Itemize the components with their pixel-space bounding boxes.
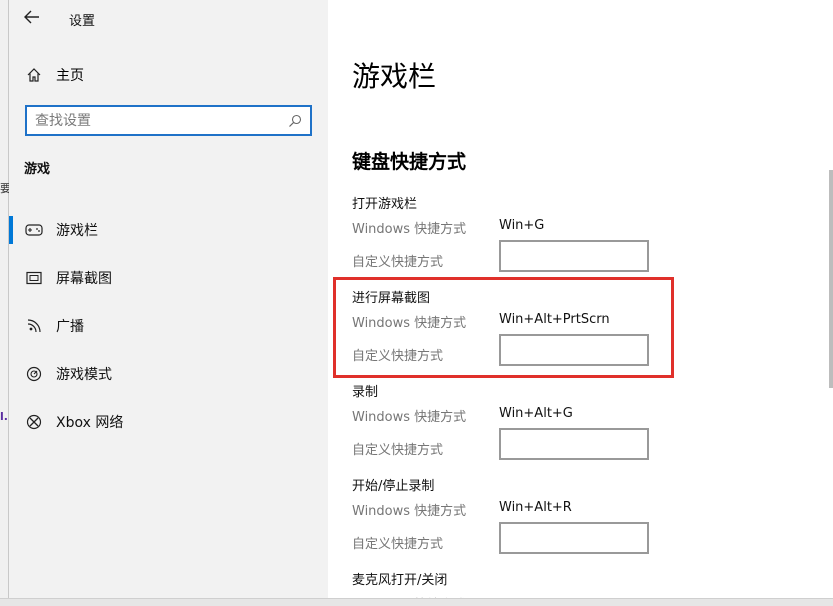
window-title: 设置: [69, 14, 96, 29]
windows-shortcut-value: Win+Alt+G: [499, 406, 573, 421]
custom-shortcut-label: 自定义快捷方式: [352, 255, 444, 270]
sidebar-item-label: 广播: [56, 319, 84, 335]
windows-shortcut-label: Windows 快捷方式: [352, 504, 467, 519]
gamemode-icon: [24, 366, 44, 382]
search-icon[interactable]: [284, 110, 306, 132]
settings-window: 设置 主页 游戏: [9, 0, 833, 598]
shortcut-group-record: 录制 Windows 快捷方式 Win+Alt+G 自定义快捷方式: [352, 381, 682, 471]
shortcut-group-title: 录制: [352, 385, 379, 400]
custom-shortcut-input[interactable]: [499, 334, 649, 366]
sidebar-item-broadcast[interactable]: 广播: [9, 302, 328, 350]
windows-shortcut-label: Windows 快捷方式: [352, 594, 466, 598]
page-title: 游戏栏: [352, 60, 437, 93]
sidebar-nav: 游戏栏 屏幕截图 广播 游戏模式 Xbox 网络: [9, 206, 328, 446]
windows-shortcut-label: Windows 快捷方式: [352, 222, 467, 237]
scrollbar[interactable]: [829, 170, 833, 388]
shortcut-group-microphone: 麦克风打开/关闭 Windows 快捷方式: [352, 569, 682, 598]
windows-shortcut-value: Win+G: [499, 218, 545, 233]
sidebar-item-xbox[interactable]: Xbox 网络: [9, 398, 328, 446]
sidebar-item-label: 游戏模式: [56, 367, 112, 383]
shortcut-group-screenshot: 进行屏幕截图 Windows 快捷方式 Win+Alt+PrtScrn 自定义快…: [352, 287, 682, 377]
shortcut-group-title: 麦克风打开/关闭: [352, 573, 448, 588]
sidebar-item-label: 主页: [56, 68, 84, 84]
windows-shortcut-label: Windows 快捷方式: [352, 316, 467, 331]
xbox-icon: [24, 414, 44, 430]
background-text-fragment: l.: [0, 410, 8, 423]
background-taskbar-edge: [0, 598, 833, 606]
back-arrow-icon: [24, 10, 39, 24]
sidebar-section-heading: 游戏: [24, 162, 51, 177]
sidebar-item-label: 屏幕截图: [56, 271, 112, 287]
back-button[interactable]: [19, 5, 45, 29]
custom-shortcut-input[interactable]: [499, 240, 649, 272]
shortcut-group-title: 开始/停止录制: [352, 479, 435, 494]
custom-shortcut-label: 自定义快捷方式: [352, 537, 444, 552]
custom-shortcut-label: 自定义快捷方式: [352, 443, 444, 458]
title-bar: 设置: [9, 0, 328, 34]
sidebar-item-label: 游戏栏: [56, 223, 98, 239]
background-window-edge: 要 l.: [0, 0, 11, 606]
shortcut-group-open-gamebar: 打开游戏栏 Windows 快捷方式 Win+G 自定义快捷方式: [352, 193, 682, 283]
home-icon: [24, 67, 44, 83]
main-content: 游戏栏 键盘快捷方式 打开游戏栏 Windows 快捷方式 Win+G 自定义快…: [328, 0, 833, 598]
keyboard-shortcuts-heading: 键盘快捷方式: [352, 151, 467, 173]
search-input[interactable]: [27, 112, 284, 129]
search-box[interactable]: [25, 105, 312, 136]
custom-shortcut-input[interactable]: [499, 522, 649, 554]
sidebar-item-label: Xbox 网络: [56, 415, 124, 431]
custom-shortcut-input[interactable]: [499, 428, 649, 460]
windows-shortcut-value: Win+Alt+PrtScrn: [499, 312, 610, 327]
sidebar-item-capture[interactable]: 屏幕截图: [9, 254, 328, 302]
capture-icon: [24, 271, 44, 285]
selected-indicator: [9, 216, 13, 244]
sidebar-item-gamebar[interactable]: 游戏栏: [9, 206, 328, 254]
sidebar-item-gamemode[interactable]: 游戏模式: [9, 350, 328, 398]
windows-shortcut-label: Windows 快捷方式: [352, 410, 467, 425]
shortcut-group-title: 打开游戏栏: [352, 197, 418, 212]
shortcut-group-title: 进行屏幕截图: [352, 291, 431, 306]
sidebar-item-home[interactable]: 主页: [9, 60, 328, 90]
custom-shortcut-label: 自定义快捷方式: [352, 349, 444, 364]
shortcut-group-start-stop-record: 开始/停止录制 Windows 快捷方式 Win+Alt+R 自定义快捷方式: [352, 475, 682, 565]
sidebar: 设置 主页 游戏: [9, 0, 328, 598]
windows-shortcut-value: Win+Alt+R: [499, 500, 572, 515]
broadcast-icon: [24, 318, 44, 334]
gamebar-icon: [24, 223, 44, 237]
